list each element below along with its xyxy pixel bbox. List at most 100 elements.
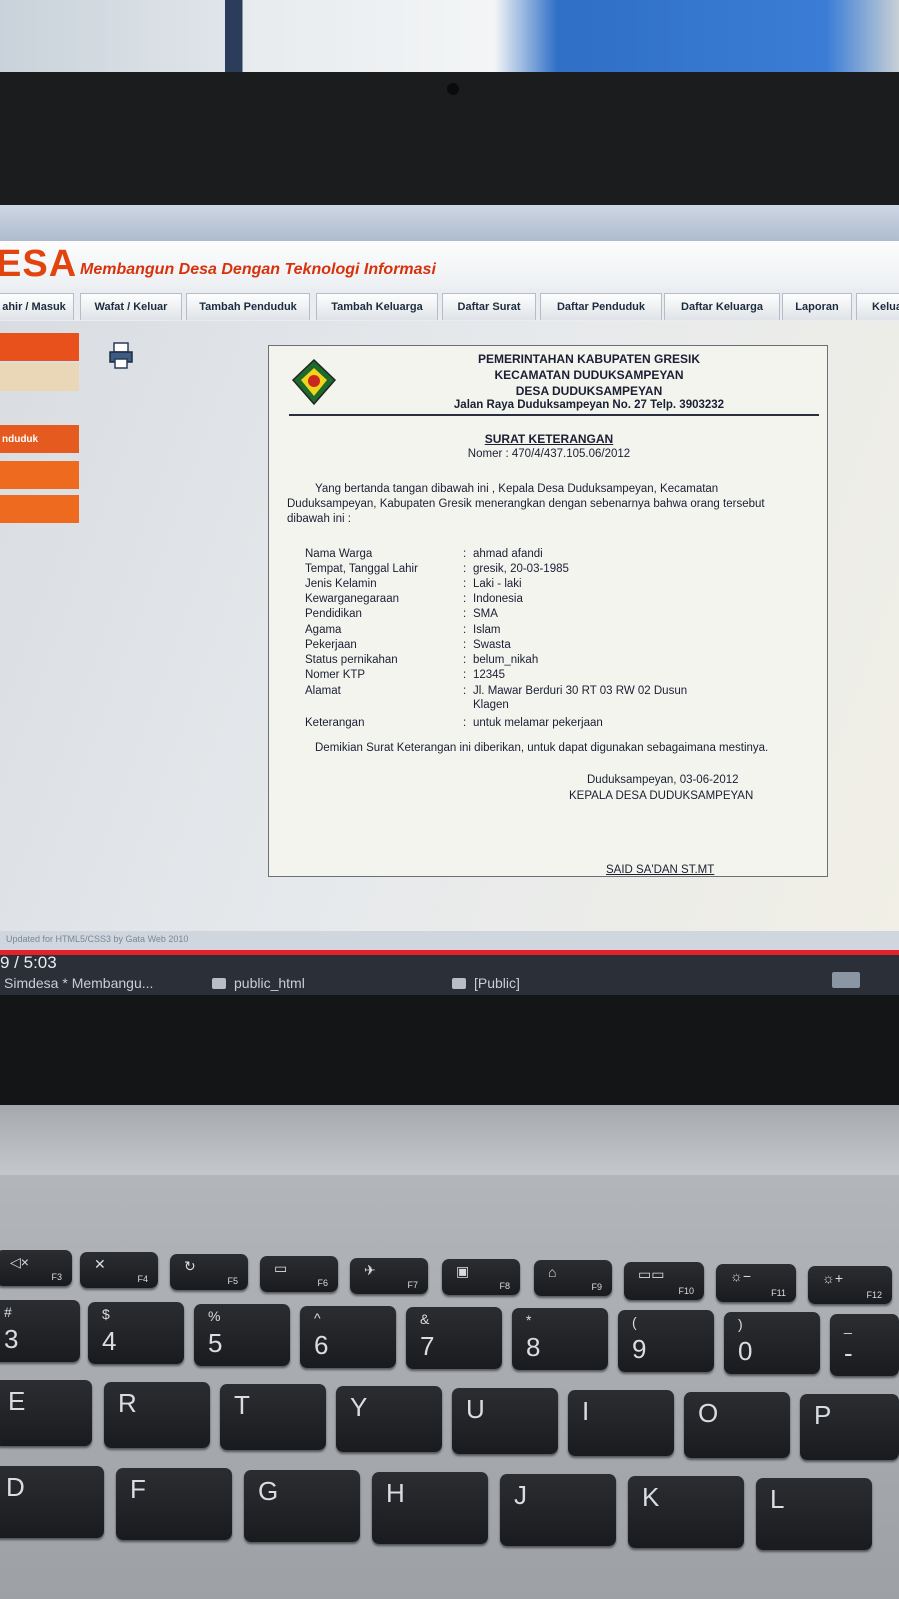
signer-name: SAID SA'DAN ST.MT (606, 864, 715, 876)
key-h[interactable]: H (372, 1472, 488, 1544)
key-label: F7 (407, 1280, 418, 1290)
key-shift-label: # (4, 1304, 12, 1320)
taskbar-item-simdesa[interactable]: Simdesa * Membangu... (4, 975, 153, 991)
field-label: Pekerjaan (305, 639, 357, 651)
key-f5[interactable]: ↻ F5 (170, 1254, 248, 1290)
key-label: H (386, 1478, 405, 1508)
webcam (447, 83, 459, 95)
surat-keterangan-document: PEMERINTAHAN KABUPATEN GRESIK KECAMATAN … (268, 345, 828, 877)
key-d[interactable]: D (0, 1466, 104, 1538)
key-f10[interactable]: ▭▭ F10 (624, 1262, 704, 1300)
key-f7[interactable]: ✈ F7 (350, 1258, 428, 1294)
sidebar-item-1[interactable] (0, 333, 79, 361)
key-f[interactable]: F (116, 1468, 232, 1540)
sidebar-item-penduduk-label: nduduk (2, 433, 39, 445)
key-label: - (844, 1338, 853, 1368)
key-f8[interactable]: ▣ F8 (442, 1259, 520, 1295)
field-colon: : (463, 578, 467, 590)
taskbar-item-public[interactable]: [Public] (452, 975, 520, 991)
key-f9[interactable]: ⌂ F9 (534, 1260, 612, 1296)
lock-icon: ⌂ (548, 1264, 557, 1280)
field-label: Alamat (305, 685, 341, 697)
sidebar-item-5[interactable] (0, 495, 79, 523)
key-6[interactable]: ^ 6 (300, 1306, 396, 1368)
key-label: F10 (678, 1286, 694, 1296)
mic-mute-icon: ◁× (10, 1254, 29, 1270)
field-value: Swasta (473, 639, 511, 651)
field-colon: : (463, 624, 467, 636)
print-icon[interactable] (108, 341, 136, 371)
main-nav: ahir / Masuk Wafat / Keluar Tambah Pendu… (0, 289, 899, 321)
keyboard-tray-icon[interactable] (832, 972, 860, 988)
taskbar-item-public-html[interactable]: public_html (212, 975, 305, 991)
key-3[interactable]: #3 (0, 1300, 80, 1362)
browser-toolbar (0, 205, 899, 242)
key-f4[interactable]: ✕ F4 (80, 1252, 158, 1288)
key-k[interactable]: K (628, 1476, 744, 1548)
key-f12[interactable]: ☼+ F12 (808, 1266, 892, 1304)
key-5[interactable]: % 5 (194, 1304, 290, 1366)
key-9[interactable]: (9 (618, 1310, 714, 1372)
field-label: Agama (305, 624, 342, 636)
field-colon: : (463, 654, 467, 666)
field-colon: : (463, 685, 467, 697)
tab-laporan[interactable]: Laporan (782, 293, 852, 320)
sidebar-item-penduduk[interactable]: nduduk (0, 425, 79, 453)
key-0[interactable]: ) 0 (724, 1312, 820, 1374)
field-label: Kewarganegaraan (305, 593, 399, 605)
key-r[interactable]: R (104, 1382, 210, 1448)
key-i[interactable]: I (568, 1390, 674, 1456)
key-y[interactable]: Y (336, 1386, 442, 1452)
field-colon: : (463, 669, 467, 681)
tab-lahir-masuk[interactable]: ahir / Masuk (0, 293, 74, 320)
tab-daftar-surat[interactable]: Daftar Surat (442, 293, 536, 320)
key-t[interactable]: T (220, 1384, 326, 1450)
key-7[interactable]: & 7 (406, 1307, 502, 1369)
key-l[interactable]: L (756, 1478, 872, 1550)
key-e[interactable]: E (0, 1380, 92, 1446)
tab-daftar-keluarga[interactable]: Daftar Keluarga (664, 293, 780, 320)
key-f11[interactable]: ☼− F11 (716, 1264, 796, 1302)
key-f3[interactable]: ◁× F3 (0, 1250, 72, 1286)
sidebar-item-4[interactable] (0, 461, 79, 489)
key-label: 3 (4, 1324, 19, 1354)
field-label: Nomer KTP (305, 669, 366, 681)
brightness-down-icon: ☼− (730, 1268, 752, 1284)
letter-header-line-3: DESA DUDUKSAMPEYAN (515, 384, 663, 398)
key-label: O (698, 1398, 719, 1428)
tab-tambah-keluarga[interactable]: Tambah Keluarga (316, 293, 438, 320)
signer-role: KEPALA DESA DUDUKSAMPEYAN (569, 790, 754, 802)
sidebar-item-2[interactable] (0, 363, 79, 391)
tab-keluar[interactable]: Kelua (856, 293, 899, 320)
key-p[interactable]: P (800, 1394, 899, 1460)
letter-header-line-1: PEMERINTAHAN KABUPATEN GRESIK (477, 352, 700, 366)
sidebar: nduduk (0, 333, 80, 893)
field-label: Tempat, Tanggal Lahir (305, 563, 418, 575)
key-g[interactable]: G (244, 1470, 360, 1542)
key-8[interactable]: * 8 (512, 1308, 608, 1370)
x-icon: ✕ (94, 1256, 106, 1272)
key-j[interactable]: J (500, 1474, 616, 1546)
key-label: F5 (227, 1276, 238, 1286)
key-label: G (258, 1476, 279, 1506)
page-footer: Updated for HTML5/CSS3 by Gata Web 2010 (0, 931, 899, 951)
room-background (0, 0, 899, 75)
key-u[interactable]: U (452, 1388, 558, 1454)
letter-intro: Yang bertanda tangan dibawah ini , Kepal… (287, 483, 765, 525)
tab-daftar-penduduk[interactable]: Daftar Penduduk (540, 293, 662, 320)
tab-tambah-penduduk[interactable]: Tambah Penduduk (186, 293, 310, 320)
key-minus[interactable]: _ - (830, 1314, 899, 1376)
key-label: K (642, 1482, 660, 1512)
tab-wafat-keluar[interactable]: Wafat / Keluar (80, 293, 182, 320)
field-colon: : (463, 548, 467, 560)
key-4[interactable]: $4 (88, 1302, 184, 1364)
key-label: Y (350, 1392, 368, 1422)
key-f6[interactable]: ▭ F6 (260, 1256, 338, 1292)
site-logo-text[interactable]: ESA (0, 243, 77, 286)
airplane-icon: ✈ (364, 1262, 376, 1278)
key-o[interactable]: O (684, 1392, 790, 1458)
key-shift-label: & (420, 1311, 430, 1327)
kabupaten-gresik-emblem (289, 356, 339, 408)
key-label: P (814, 1400, 832, 1430)
key-label: U (466, 1394, 485, 1424)
